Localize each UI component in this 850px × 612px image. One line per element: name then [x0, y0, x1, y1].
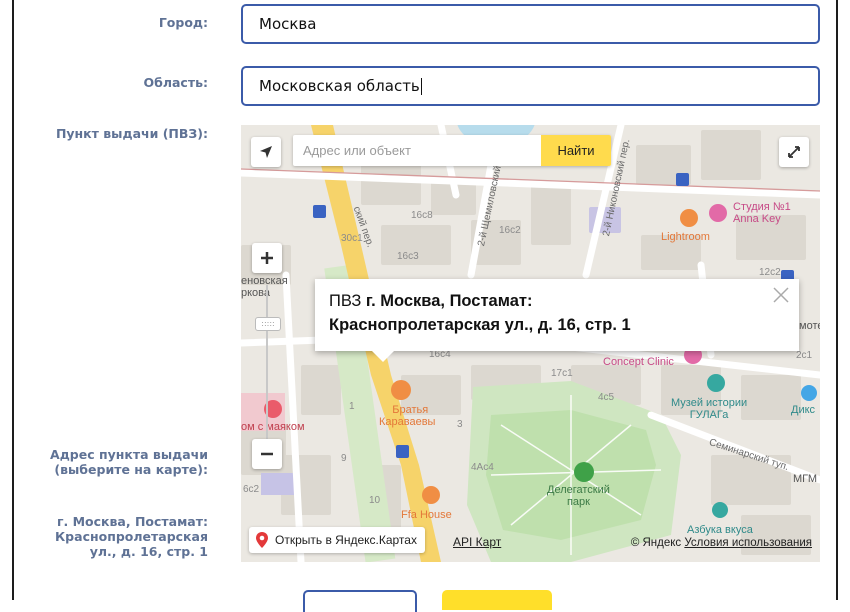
- find-button[interactable]: Найти: [541, 135, 611, 166]
- region-label: Область:: [143, 75, 208, 90]
- poi-label: Concept Clinic: [603, 356, 674, 368]
- api-link[interactable]: API Карт: [453, 535, 501, 549]
- address-label: Адрес пункта выдачи (выберите на карте):: [50, 447, 208, 477]
- fullscreen-button[interactable]: [779, 137, 809, 167]
- balloon-tail: [371, 350, 395, 362]
- selected-address-line1: г. Москва, Постамат:: [56, 514, 208, 529]
- pickup-label: Пункт выдачи (ПВЗ):: [55, 126, 208, 141]
- balloon-prefix: ПВЗ: [329, 292, 366, 310]
- copyright: © Яндекс Условия использования: [631, 537, 812, 549]
- poi-label: Ffa House: [401, 509, 452, 521]
- plus-icon: [261, 252, 273, 264]
- city-field[interactable]: Москва: [241, 4, 820, 44]
- zoom-slider-handle[interactable]: :::::: [255, 317, 281, 331]
- selected-address-line2: Краснопролетарская: [54, 529, 208, 544]
- house-number: 3: [457, 419, 463, 430]
- copyright-text: © Яндекс: [630, 537, 682, 549]
- house-number: 9: [341, 453, 347, 464]
- house-number: 6с2: [243, 484, 260, 495]
- close-icon[interactable]: [771, 285, 791, 305]
- zoom-in-button[interactable]: [252, 243, 282, 273]
- map-search-input[interactable]: [293, 136, 541, 165]
- poi-label: МГМ: [793, 473, 818, 485]
- house-number: 10: [369, 495, 381, 506]
- page-frame-right: [836, 0, 838, 600]
- terms-link[interactable]: Условия использования: [684, 537, 812, 549]
- city-value: Москва: [259, 15, 317, 33]
- house-number: 16с3: [397, 251, 419, 262]
- city-label: Город:: [158, 15, 208, 30]
- map-widget[interactable]: 16с8 30с1 16с3 16с2 16с4 17с1 4с5 4Ас4 1…: [241, 125, 820, 562]
- minus-icon: [261, 452, 273, 456]
- poi-label: мотеl: [799, 320, 820, 332]
- selected-address: г. Москва, Постамат: Краснопролетарская …: [55, 514, 208, 559]
- map-pin-icon: [256, 532, 268, 548]
- poi-label: ом с маяком: [241, 421, 305, 433]
- poi-label: Lightroom: [661, 231, 710, 243]
- geolocation-button[interactable]: [251, 137, 281, 167]
- map-search-box: Найти: [293, 135, 611, 166]
- address-label-line2: (выберите на карте):: [54, 462, 208, 477]
- poi-label: еновская ркова: [241, 275, 288, 299]
- poi-label: Музей истории ГУЛАГа: [671, 397, 748, 421]
- back-button[interactable]: [303, 590, 417, 612]
- pickup-point-balloon: ПВЗ г. Москва, Постамат: Краснопролетарс…: [315, 279, 799, 351]
- house-number: 1: [349, 401, 355, 412]
- poi-label: Студия №1 Anna Key: [733, 201, 791, 225]
- zoom-out-button[interactable]: [252, 439, 282, 469]
- house-number: 16с2: [499, 225, 521, 236]
- submit-button[interactable]: [442, 590, 552, 610]
- house-number: 4с5: [598, 392, 615, 403]
- house-number: 4Ас4: [471, 462, 494, 473]
- geolocation-icon: [260, 146, 272, 158]
- fullscreen-icon: [788, 146, 800, 158]
- balloon-line1: г. Москва, Постамат:: [365, 292, 533, 310]
- house-number: 2с1: [796, 350, 813, 361]
- text-cursor: [420, 77, 422, 95]
- region-field[interactable]: Московская область: [241, 66, 820, 106]
- poi-label: Братья Караваевы: [379, 404, 436, 428]
- selected-address-line3: ул., д. 16, стр. 1: [89, 544, 208, 559]
- page-frame-left: [12, 0, 14, 600]
- zoom-slider-track[interactable]: [266, 285, 268, 445]
- open-in-yandex-link[interactable]: Открыть в Яндекс.Картах: [249, 527, 425, 553]
- house-number: 17с1: [551, 368, 573, 379]
- poi-label: Азбука вкуса: [687, 524, 753, 536]
- house-number: 12с2: [759, 267, 781, 278]
- house-number: 16с8: [411, 210, 433, 221]
- open-in-yandex-label: Открыть в Яндекс.Картах: [275, 533, 417, 547]
- region-value: Московская область: [259, 77, 420, 95]
- poi-label: Дикс: [791, 404, 816, 416]
- balloon-line2: Краснопролетарская ул., д. 16, стр. 1: [329, 316, 631, 334]
- address-label-line1: Адрес пункта выдачи: [50, 447, 208, 462]
- poi-label: Делегатский парк: [547, 484, 610, 508]
